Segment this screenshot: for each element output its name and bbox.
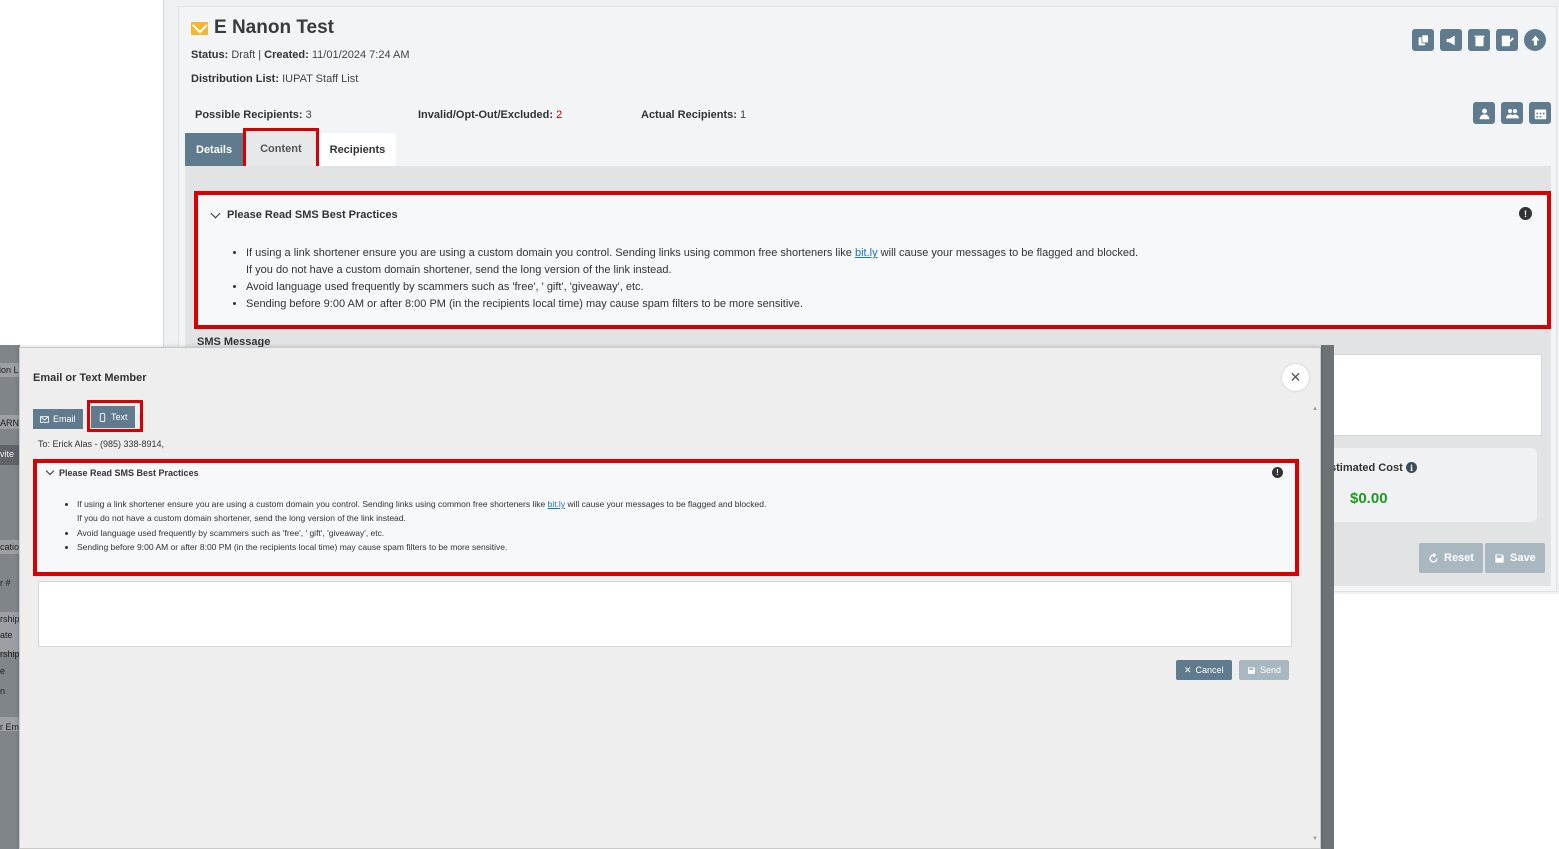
modal-title: Email or Text Member <box>33 372 147 384</box>
strip-label: ARN <box>0 418 20 428</box>
modal-best-practices-toggle[interactable]: Please Read SMS Best Practices <box>45 466 199 478</box>
list-item: Avoid language used frequently by scamme… <box>77 526 1277 540</box>
estimated-cost-label: stimated Cost <box>1330 462 1403 474</box>
strip-label: ion L <box>0 365 19 375</box>
modal-backdrop-edge <box>1321 345 1334 849</box>
page-title: E Nanon Test <box>191 17 334 39</box>
copy-icon <box>1418 33 1429 45</box>
close-icon: ✕ <box>1289 369 1302 385</box>
envelope-icon <box>191 21 208 35</box>
distribution-value: IUPAT Staff List <box>282 73 359 85</box>
list-item: Sending before 9:00 AM or after 8:00 PM … <box>77 540 1277 554</box>
exclamation-icon: ! <box>1519 207 1532 220</box>
reset-button[interactable]: Reset <box>1419 543 1483 573</box>
upload-icon <box>1530 35 1540 45</box>
list-item: If using a link shortener ensure you are… <box>246 245 1526 279</box>
scroll-down-arrow[interactable]: ▼ <box>1312 836 1318 842</box>
estimated-cost-card: stimated Cost i $0.00 <box>1330 448 1537 522</box>
possible-recipients: Possible Recipients: 3 <box>195 109 312 121</box>
chevron-down-icon <box>210 208 221 218</box>
user-icon <box>1479 108 1489 119</box>
created-value: 11/01/2024 7:24 AM <box>311 49 410 61</box>
status-label: Status: <box>191 49 229 61</box>
possible-value: 3 <box>305 109 312 121</box>
modal-best-practices-list: If using a link shortener ensure you are… <box>77 497 1277 554</box>
close-button[interactable]: ✕ <box>1282 364 1309 391</box>
send-button[interactable]: Send <box>1239 660 1290 680</box>
possible-label: Possible Recipients: <box>195 109 303 121</box>
list-item: Avoid language used frequently by scamme… <box>246 279 1526 296</box>
scroll-up-arrow[interactable]: ▲ <box>1312 406 1318 412</box>
best-practices-heading: Please Read SMS Best Practices <box>227 209 398 221</box>
save-button[interactable]: Save <box>1485 543 1545 573</box>
list-item: If using a link shortener ensure you are… <box>77 497 1277 526</box>
actual-label: Actual Recipients: <box>641 109 737 121</box>
refresh-icon <box>1429 552 1438 563</box>
actual-value: 1 <box>740 109 747 121</box>
single-recipient-button[interactable] <box>1473 102 1495 124</box>
text-message-input[interactable] <box>38 581 1292 647</box>
strip-label: e <box>0 666 6 676</box>
recipient-line: To: Erick Alas - (985) 338-8914, <box>38 439 165 449</box>
tab-content[interactable]: Content <box>243 128 319 170</box>
megaphone-icon <box>1446 35 1455 45</box>
floppy-icon <box>1495 553 1504 563</box>
strip-label: ate <box>0 630 13 640</box>
delete-button[interactable] <box>1468 29 1490 51</box>
strip-label: r Emp <box>0 722 20 732</box>
strip-label: r # <box>0 578 11 588</box>
tab-email[interactable]: Email <box>33 409 83 429</box>
phone-icon <box>99 412 106 422</box>
schedule-button[interactable] <box>1529 102 1551 124</box>
tab-recipients[interactable]: Recipients <box>318 133 397 166</box>
separator: | <box>258 49 262 61</box>
trash-icon <box>1474 35 1484 46</box>
strip-label: n <box>0 686 6 696</box>
invalid-value: 2 <box>556 109 563 121</box>
best-practices-list: If using a link shortener ensure you are… <box>246 245 1526 313</box>
email-text-modal: Email or Text Member ✕ Email Text ▲ To: … <box>19 347 1321 849</box>
tab-details[interactable]: Details <box>185 133 244 166</box>
group-recipients-button[interactable] <box>1501 102 1523 124</box>
campaign-title: E Nanon Test <box>214 17 334 38</box>
sms-best-practices: Please Read SMS Best Practices ! If usin… <box>194 191 1551 329</box>
modal-best-practices-heading: Please Read SMS Best Practices <box>59 468 199 478</box>
chevron-down-icon <box>45 466 55 476</box>
list-item: Sending before 9:00 AM or after 8:00 PM … <box>246 296 1526 313</box>
created-label: Created: <box>264 49 309 61</box>
modal-sms-best-practices: Please Read SMS Best Practices ! If usin… <box>33 459 1299 576</box>
envelope-icon <box>40 415 49 423</box>
campaign-tabs: Details Content Recipients <box>185 128 397 170</box>
exclamation-icon: ! <box>1272 467 1283 478</box>
strip-label: catio <box>0 542 20 552</box>
copy-button[interactable] <box>1412 29 1434 51</box>
edit-button[interactable] <box>1496 29 1518 51</box>
invalid-recipients: Invalid/Opt-Out/Excluded: 2 <box>418 109 562 121</box>
edit-icon <box>1501 35 1514 46</box>
best-practices-toggle[interactable]: Please Read SMS Best Practices <box>210 208 398 221</box>
users-icon <box>1505 108 1519 118</box>
upload-button[interactable] <box>1524 29 1546 51</box>
actual-recipients: Actual Recipients: 1 <box>641 109 746 121</box>
strip-label: rship <box>0 614 20 624</box>
info-icon[interactable]: i <box>1406 462 1417 473</box>
invalid-label: Invalid/Opt-Out/Excluded: <box>418 109 554 121</box>
sms-message-input[interactable] <box>1330 354 1542 436</box>
strip-label: vite <box>0 449 15 459</box>
tab-text[interactable]: Text <box>91 406 135 428</box>
close-icon: ✕ <box>1184 664 1192 675</box>
strip-label: rship <box>0 649 20 659</box>
distribution-label: Distribution List: <box>191 73 279 85</box>
cancel-button[interactable]: ✕ Cancel <box>1176 660 1232 680</box>
floppy-icon <box>1248 666 1255 674</box>
bitly-link[interactable]: bit.ly <box>548 499 565 509</box>
status-line: Status: Draft | Created: 11/01/2024 7:24… <box>191 49 410 61</box>
announce-button[interactable] <box>1440 29 1462 51</box>
distribution-line: Distribution List: IUPAT Staff List <box>191 73 358 85</box>
bitly-link[interactable]: bit.ly <box>855 247 878 259</box>
status-value: Draft <box>231 49 256 61</box>
background-form-strip: ion L ARN vite catio r # rship ate rship… <box>0 345 20 849</box>
estimated-cost-value: $0.00 <box>1350 490 1388 507</box>
calendar-icon <box>1534 108 1546 119</box>
